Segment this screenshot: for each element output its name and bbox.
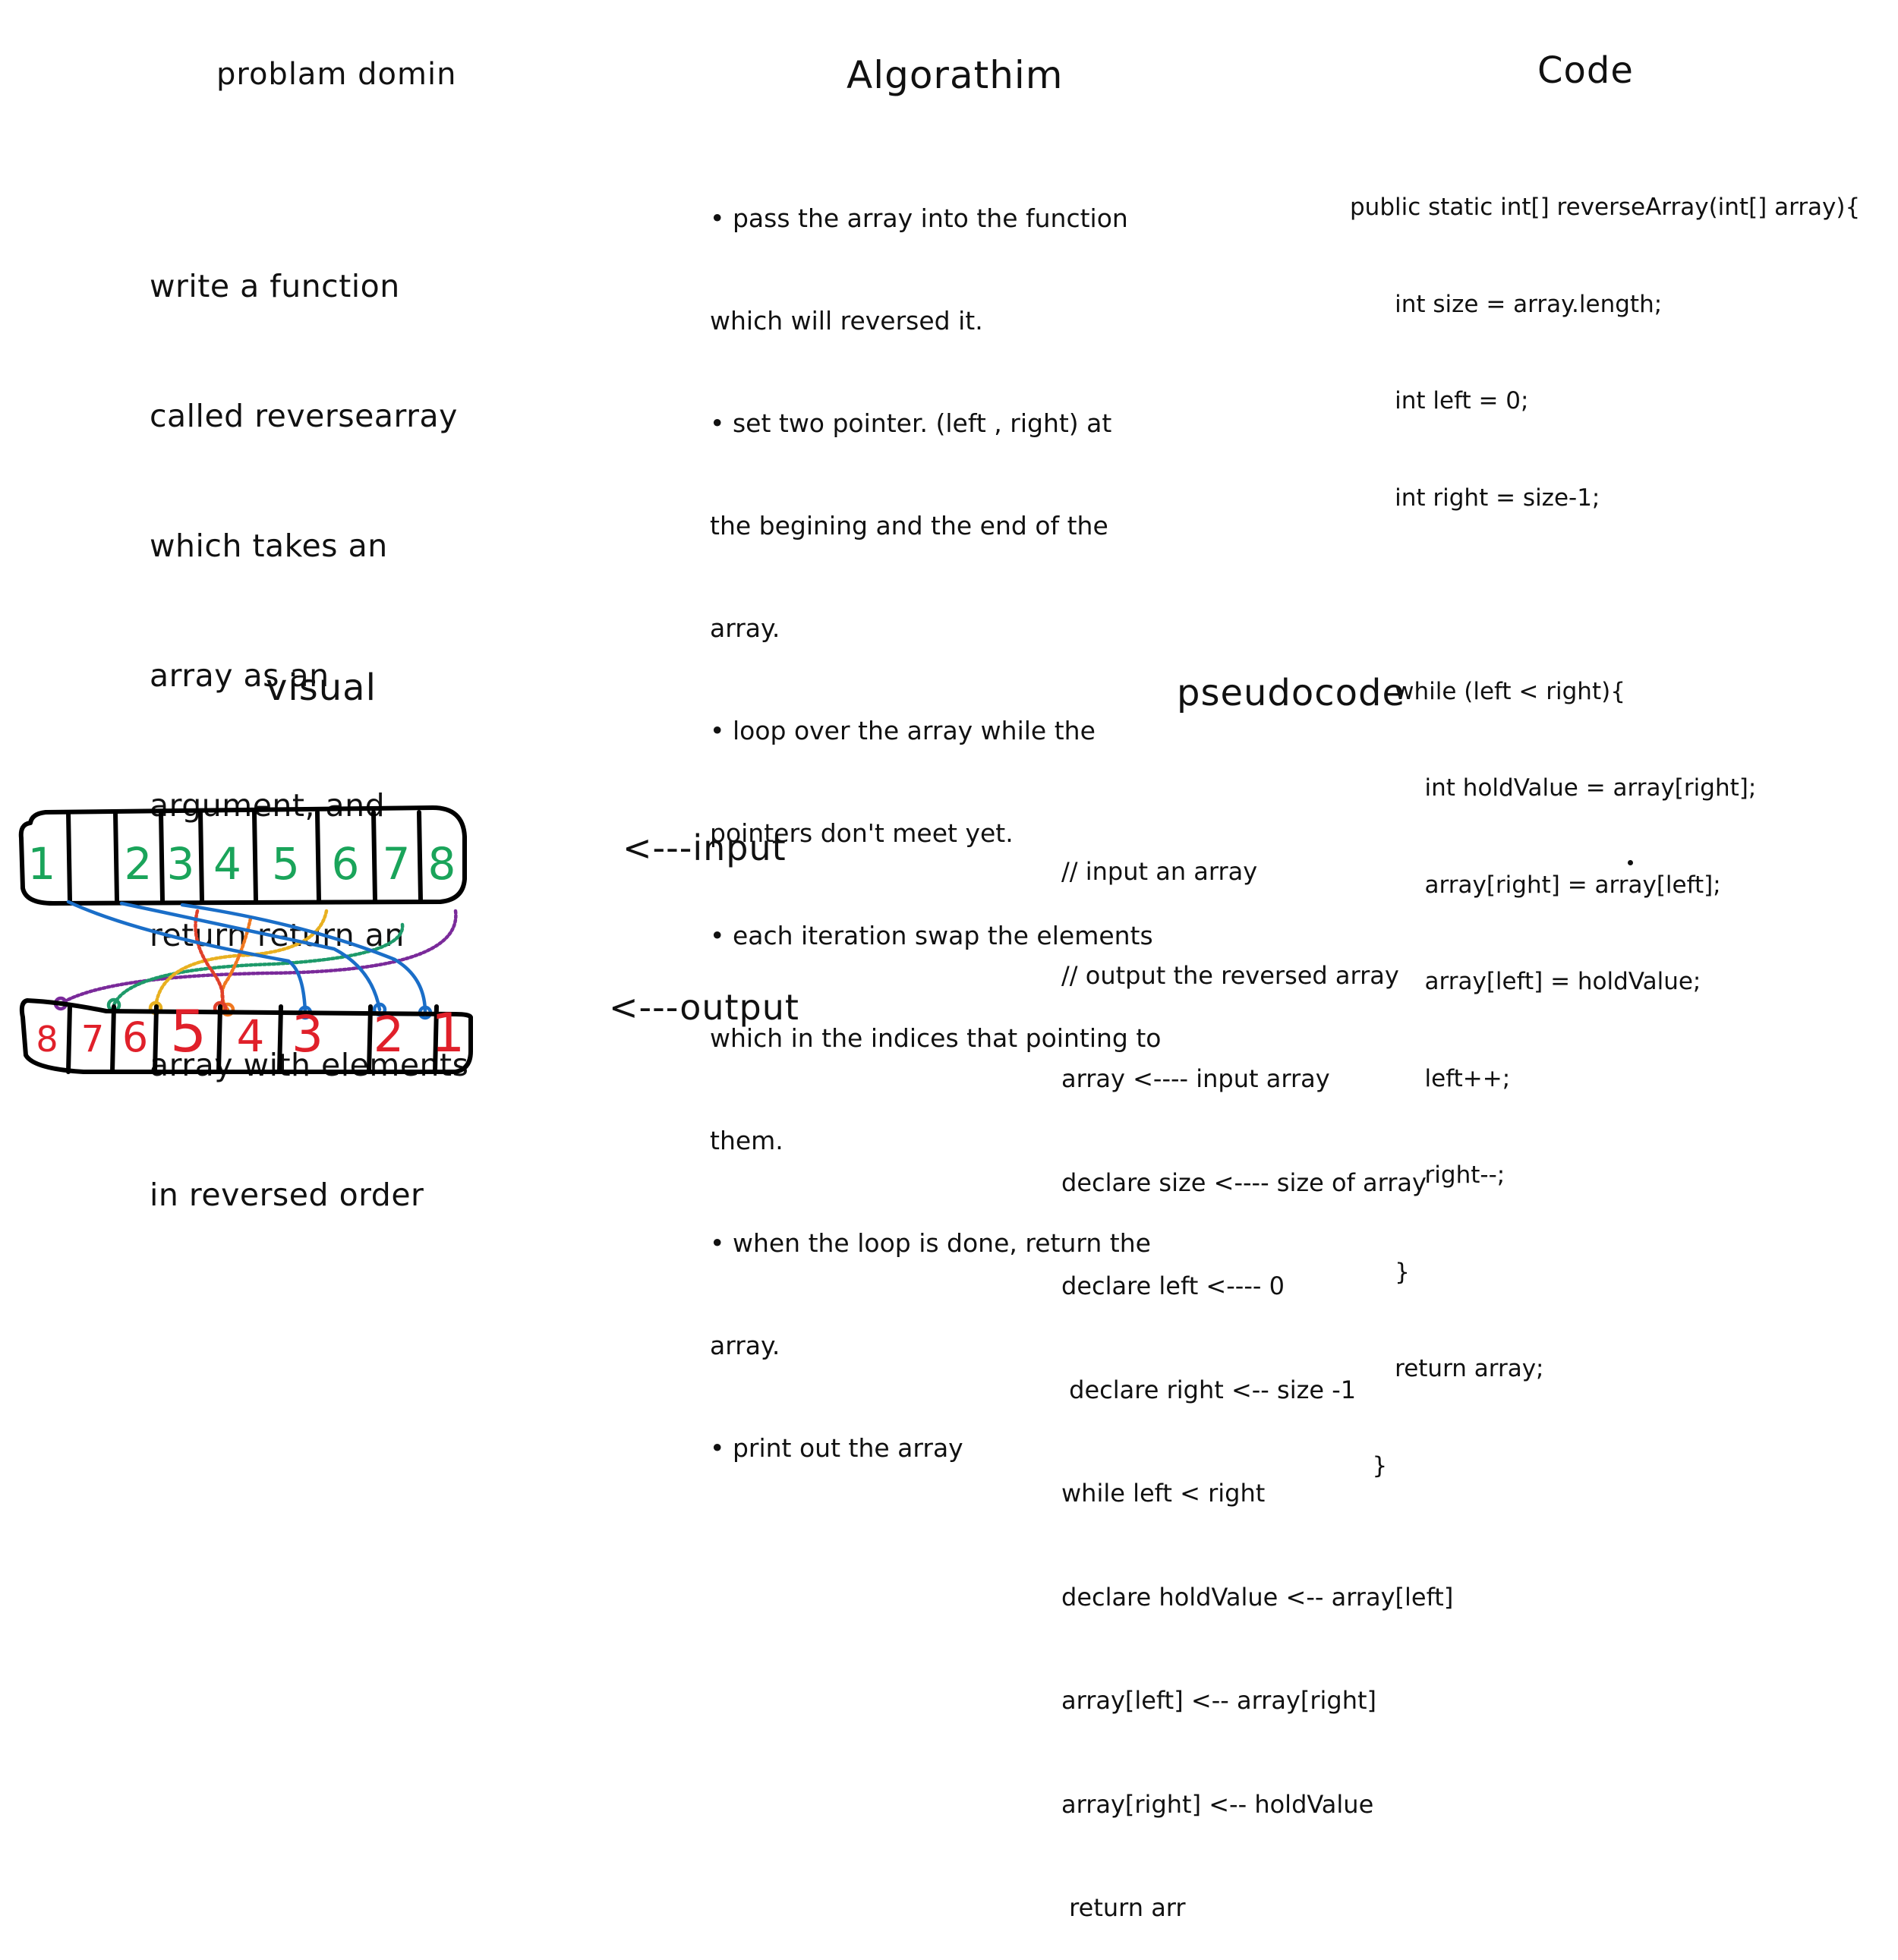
- problem-line: in reversed order: [150, 1177, 424, 1213]
- problem-line: called reversearray: [150, 398, 458, 434]
- input-cell-divider: [252, 810, 258, 903]
- problem-line: array as an: [150, 657, 329, 694]
- problem-domain-heading: problam domin: [216, 57, 457, 92]
- output-array-value: 3: [292, 1005, 323, 1064]
- pseudocode-line: declare holdValue <-- array[left]: [1061, 1582, 1454, 1612]
- output-array-value: 4: [237, 1010, 265, 1062]
- input-array-value: 7: [383, 838, 411, 890]
- output-cell-divider: [66, 1004, 72, 1074]
- output-label: <---output: [609, 987, 799, 1028]
- mapping-arrow: [58, 909, 458, 1006]
- algorithm-line: • set two pointer. (left , right) at: [710, 408, 1112, 438]
- pseudocode-line: array[left] <-- array[right]: [1061, 1686, 1377, 1715]
- input-array-value: 4: [213, 838, 241, 890]
- pseudocode-line: while left < right: [1061, 1479, 1266, 1508]
- pseudocode-line: declare size <---- size of array: [1061, 1167, 1427, 1197]
- pseudocode-line: return arr: [1061, 1893, 1186, 1922]
- input-cell-divider: [371, 810, 377, 903]
- problem-line: write a function: [150, 268, 400, 304]
- output-cell-divider: [367, 1004, 373, 1074]
- pseudocode-line: // output the reversed array: [1061, 960, 1399, 990]
- pseudocode-line: // input an array: [1061, 857, 1258, 886]
- algorithm-line: array.: [710, 613, 780, 643]
- problem-line: which takes an: [150, 528, 388, 564]
- input-cell-divider: [417, 810, 423, 903]
- code-line: int left = 0;: [1350, 387, 1529, 414]
- output-cell-divider: [153, 1004, 159, 1074]
- input-array-value: 5: [272, 838, 300, 890]
- input-array-value: 8: [428, 838, 456, 890]
- mapping-arrow: [112, 922, 405, 1007]
- code-line: public static int[] reverseArray(int[] a…: [1350, 194, 1861, 221]
- input-cell-divider: [315, 810, 321, 903]
- algorithm-line: which will reversed it.: [710, 306, 983, 336]
- input-array-value: 3: [167, 838, 195, 890]
- input-cell-divider: [159, 810, 165, 903]
- input-cell-divider: [66, 810, 72, 903]
- code-line: while (left < right){: [1350, 677, 1625, 705]
- input-cell-divider: [198, 810, 204, 903]
- pseudocode-line: array[right] <-- holdValue: [1061, 1789, 1374, 1819]
- output-array-value: 6: [122, 1013, 148, 1061]
- output-array-value: 1: [431, 1002, 465, 1064]
- output-cell-divider: [277, 1004, 283, 1074]
- pseudocode-block: // input an array // output the reversed…: [1061, 786, 1453, 1960]
- mapping-arrow: [153, 909, 329, 1010]
- input-array-value: 2: [125, 838, 153, 890]
- algorithm-line: • loop over the array while the: [710, 716, 1096, 745]
- input-array-value: 6: [332, 838, 360, 890]
- output-array-value: 5: [170, 997, 207, 1065]
- reverse-array-visual: 12345678 87654321: [18, 805, 473, 1074]
- output-array-value: 7: [81, 1018, 105, 1060]
- code-heading: Code: [1537, 49, 1634, 92]
- pseudocode-line: declare right <-- size -1: [1061, 1375, 1357, 1404]
- output-cell-divider: [216, 1004, 222, 1074]
- stray-dot: [1628, 860, 1633, 865]
- algorithm-line: • pass the array into the function: [710, 203, 1128, 233]
- pseudocode-line: array <---- input array: [1061, 1064, 1330, 1093]
- input-label: <---input: [623, 827, 787, 868]
- input-array-value: 1: [28, 838, 56, 890]
- output-cell-divider: [110, 1004, 116, 1074]
- algorithm-heading: Algorathim: [847, 53, 1064, 97]
- output-array-value: 8: [36, 1019, 58, 1060]
- input-cell-divider: [113, 810, 119, 903]
- output-array-value: 2: [374, 1007, 405, 1064]
- pseudocode-line: declare left <---- 0: [1061, 1271, 1285, 1300]
- algorithm-line: the begining and the end of the: [710, 511, 1108, 540]
- code-line: int right = size-1;: [1350, 484, 1600, 512]
- code-line: int size = array.length;: [1350, 290, 1663, 318]
